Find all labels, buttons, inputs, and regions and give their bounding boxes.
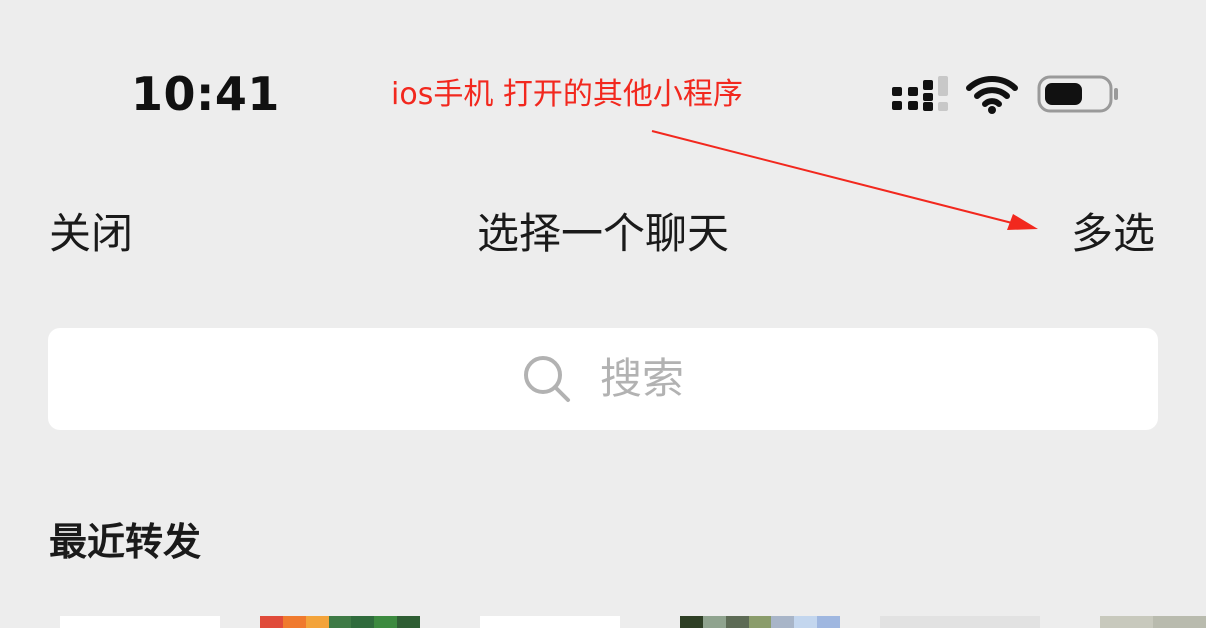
recent-chat-avatar[interactable]	[1100, 616, 1206, 628]
recent-chat-avatar[interactable]	[60, 616, 220, 628]
avatar-image-strip	[374, 616, 398, 628]
search-icon	[523, 356, 570, 402]
battery-icon	[1037, 75, 1118, 113]
page-title: 选择一个聊天	[476, 209, 729, 258]
signal-icon	[892, 76, 948, 111]
avatar-image-strip	[817, 616, 840, 628]
status-time: 10:41	[131, 67, 280, 121]
avatar-image-strip	[771, 616, 795, 628]
avatar-image-strip	[880, 616, 1040, 628]
recent-chat-list	[0, 616, 1206, 628]
multi-select-button[interactable]: 多选	[1071, 207, 1155, 261]
avatar-image-strip	[260, 616, 283, 628]
avatar-image-strip	[680, 616, 703, 628]
avatar-image-strip	[794, 616, 818, 628]
avatar-image-strip	[702, 616, 726, 628]
avatar-image-strip	[328, 616, 352, 628]
avatar-image-strip	[351, 616, 375, 628]
recent-chat-avatar[interactable]	[680, 616, 840, 628]
recent-chat-avatar[interactable]	[880, 616, 1040, 628]
recent-section-title: 最近转发	[49, 520, 202, 564]
recent-chat-avatar[interactable]	[480, 616, 620, 628]
avatar-image-strip	[1153, 616, 1206, 628]
avatar-image-strip	[1100, 616, 1153, 628]
avatar-image-strip	[725, 616, 749, 628]
avatar-image-strip	[282, 616, 306, 628]
avatar-image-strip	[480, 616, 620, 628]
annotation-text: ios手机 打开的其他小程序	[391, 77, 743, 112]
avatar-image-strip	[397, 616, 420, 628]
search-placeholder: 搜索	[599, 354, 684, 403]
search-input[interactable]: 搜索	[48, 328, 1158, 430]
avatar-image-strip	[305, 616, 329, 628]
wifi-icon	[966, 76, 1018, 114]
avatar-image-strip	[748, 616, 772, 628]
recent-chat-avatar[interactable]	[260, 616, 420, 628]
avatar-image-strip	[60, 616, 220, 628]
close-button[interactable]: 关闭	[49, 207, 133, 261]
status-icons	[892, 75, 1118, 114]
